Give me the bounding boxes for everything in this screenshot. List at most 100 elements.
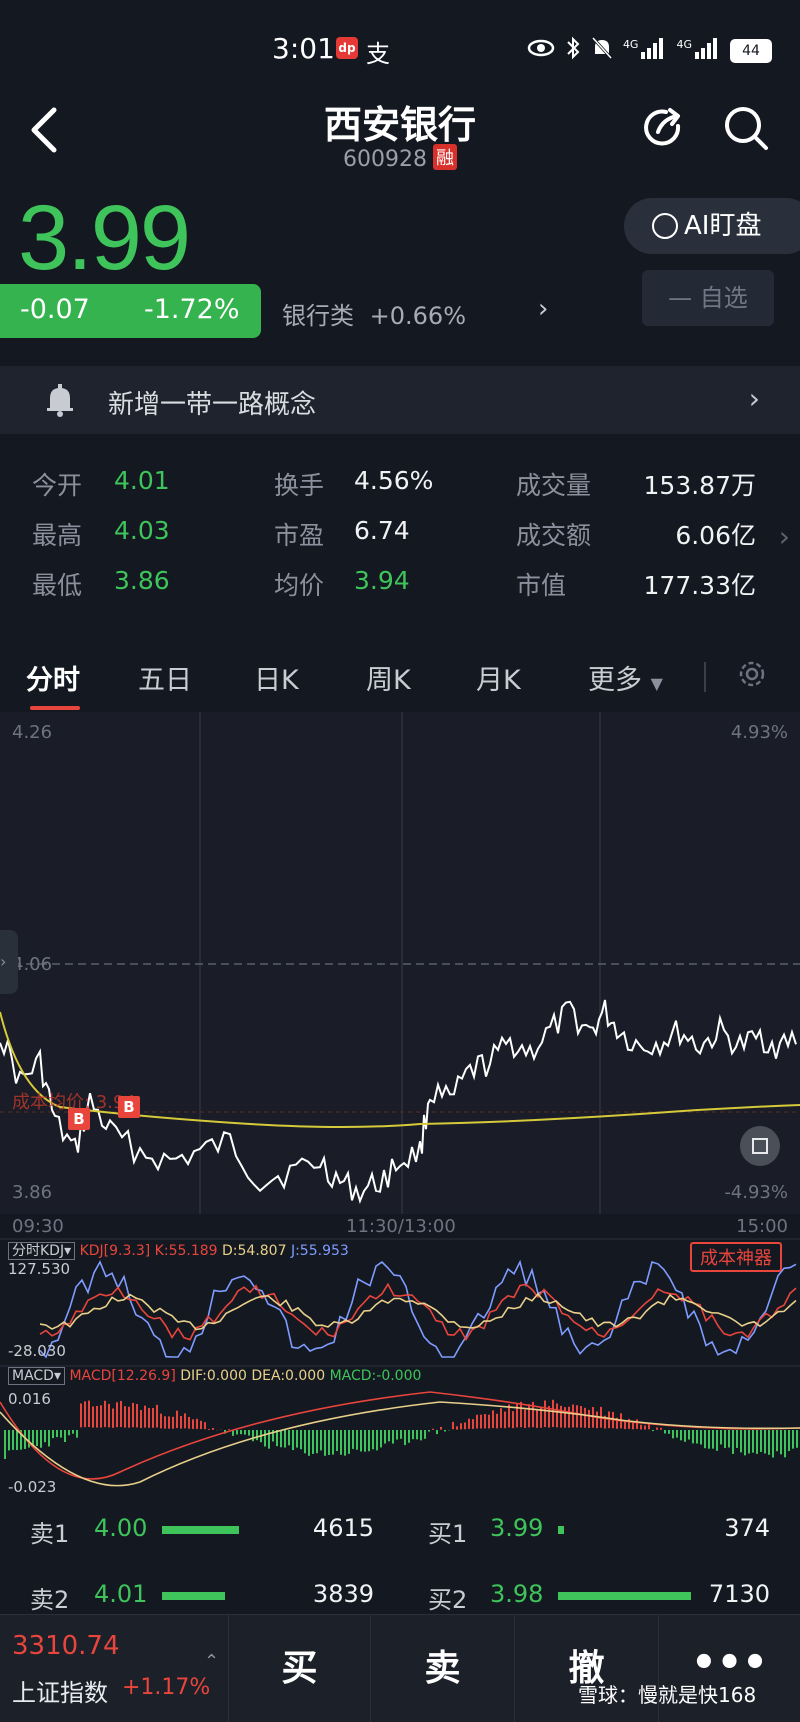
macd-bar xyxy=(656,1427,658,1430)
macd-bar xyxy=(416,1430,418,1440)
search-icon xyxy=(725,107,768,150)
index-ticker[interactable]: 3310.74 上证指数 +1.17% ⌃ xyxy=(0,1615,226,1722)
stat-label: 今开 xyxy=(32,471,83,500)
cost-tool-badge[interactable]: 成本神器 xyxy=(690,1242,782,1272)
macd-bar xyxy=(732,1430,734,1454)
macd-bar xyxy=(176,1410,178,1429)
macd-bar xyxy=(248,1430,250,1436)
current-price: 3.99 xyxy=(18,187,191,289)
macd-bar xyxy=(740,1430,742,1453)
kdj-max: 127.530 xyxy=(8,1260,71,1278)
buy-marker[interactable]: B xyxy=(118,1096,140,1118)
chevron-right-icon: › xyxy=(778,520,790,553)
intraday-chart[interactable]: 4.26 4.93% 4.06 3.86 -4.93% 成本均价: 3.94 0… xyxy=(0,712,800,1512)
order-book[interactable]: 卖1 4.00 4615 卖2 4.01 3839 买1 3.99 374 买2… xyxy=(0,1500,800,1618)
macd-selector[interactable]: MACD▾ xyxy=(8,1367,65,1385)
macd-bar xyxy=(300,1430,302,1450)
macd-bar xyxy=(64,1430,66,1442)
macd-bar xyxy=(320,1430,322,1451)
macd-bar xyxy=(652,1430,654,1432)
kdj-selector[interactable]: 分时KDJ▾ xyxy=(8,1242,76,1260)
sell-button[interactable]: 卖 xyxy=(370,1615,514,1722)
battery-icon: 44 xyxy=(730,38,772,63)
macd-bar xyxy=(736,1430,738,1448)
tab-more[interactable]: 更多 ▼ xyxy=(588,658,663,697)
macd-bar xyxy=(504,1411,506,1429)
macd-bar xyxy=(788,1430,790,1452)
macd-bar xyxy=(152,1407,154,1428)
stats-panel[interactable]: 今开 4.01 最高 4.03 最低 3.86 换手 4.56% 市盈 6.74 均价 3.… xyxy=(0,448,800,628)
macd-bar xyxy=(4,1430,6,1460)
stat-value: 3.86 xyxy=(114,566,170,595)
notice-banner[interactable]: 新增一带一路概念 › xyxy=(0,366,800,434)
macd-bar xyxy=(180,1415,182,1429)
macd-bar xyxy=(552,1399,554,1427)
drawer-handle[interactable]: › xyxy=(0,930,18,994)
macd-bar xyxy=(364,1430,366,1452)
tab-five-day[interactable]: 五日 xyxy=(138,658,192,697)
tab-monthly-k[interactable]: 月K xyxy=(476,658,521,697)
macd-bar xyxy=(76,1430,78,1438)
add-watchlist-button[interactable]: — 自选 xyxy=(642,270,774,326)
ai-watch-button[interactable]: AI盯盘 xyxy=(624,198,800,254)
y-axis-mid: 4.06 xyxy=(12,954,53,975)
stock-code: 600928 xyxy=(343,147,427,172)
chevron-right-icon[interactable]: › xyxy=(538,294,548,324)
stat-volume: 成交量 153.87万 xyxy=(516,466,756,502)
macd-bar xyxy=(288,1430,290,1446)
fullscreen-button[interactable] xyxy=(740,1126,780,1166)
macd-bar xyxy=(536,1409,538,1428)
macd-bar xyxy=(488,1414,490,1429)
macd-bar xyxy=(396,1430,398,1440)
stat-value: 153.87万 xyxy=(643,471,756,500)
macd-bar xyxy=(444,1430,446,1432)
macd-bar xyxy=(564,1407,566,1428)
tab-underline xyxy=(30,706,80,710)
macd-bar xyxy=(348,1430,350,1454)
macd-bar xyxy=(748,1430,750,1454)
y-axis-bottom: 3.86 xyxy=(12,1182,53,1203)
tab-daily-k[interactable]: 日K xyxy=(254,658,299,697)
stat-pe: 市盈 6.74 xyxy=(274,516,410,552)
macd-bar xyxy=(252,1430,254,1442)
macd-bar xyxy=(72,1430,74,1434)
x-axis-start: 09:30 xyxy=(12,1216,64,1237)
macd-bar xyxy=(380,1430,382,1448)
buy1-volume: 374 xyxy=(724,1514,770,1542)
macd-bar xyxy=(392,1430,394,1444)
macd-bar xyxy=(124,1406,126,1428)
macd-bar xyxy=(204,1422,206,1430)
macd-histogram xyxy=(0,1391,800,1487)
pct-axis-bottom: -4.93% xyxy=(724,1182,788,1203)
tab-weekly-k[interactable]: 周K xyxy=(366,658,411,697)
buy-button[interactable]: 买 xyxy=(228,1615,370,1722)
sector-pct: +0.66% xyxy=(369,302,466,330)
stat-label: 均价 xyxy=(274,571,325,600)
sector-info[interactable]: 银行类 +0.66% xyxy=(282,296,466,331)
macd-bar xyxy=(340,1430,342,1455)
search-button[interactable] xyxy=(722,104,770,152)
macd-bar xyxy=(384,1430,386,1444)
macd-bar xyxy=(156,1404,158,1428)
macd-bar xyxy=(8,1430,10,1451)
macd-bar xyxy=(296,1430,298,1448)
system-icons: 4G 4G 44 xyxy=(527,36,772,65)
stat-value: 3.94 xyxy=(354,566,410,595)
macd-bar xyxy=(584,1407,586,1428)
macd-bar xyxy=(44,1430,46,1443)
buy-marker[interactable]: B xyxy=(68,1108,90,1130)
macd-bar xyxy=(16,1430,18,1451)
buy1-label: 买1 xyxy=(428,1520,468,1548)
macd-bar xyxy=(304,1430,306,1454)
change-bar: -0.07 -1.72% xyxy=(0,284,261,338)
kdj-min: -28.030 xyxy=(8,1342,66,1360)
chart-settings-button[interactable] xyxy=(736,658,768,690)
macd-bar xyxy=(68,1430,70,1436)
tab-intraday[interactable]: 分时 xyxy=(26,658,80,697)
stat-label: 换手 xyxy=(274,471,325,500)
macd-bar xyxy=(756,1430,758,1454)
macd-bar xyxy=(636,1419,638,1429)
macd-max: 0.016 xyxy=(8,1390,51,1408)
x-axis-end: 15:00 xyxy=(736,1216,788,1237)
share-button[interactable] xyxy=(640,104,688,152)
